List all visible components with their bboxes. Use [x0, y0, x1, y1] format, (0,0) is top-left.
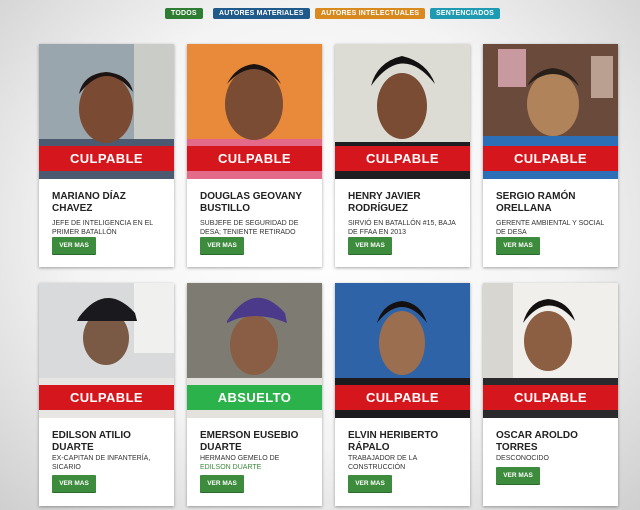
person-description: DESCONOCIDO: [496, 455, 549, 462]
person-description: SIRVIÓ EN BATALLÓN #15, BAJA DE FFAA EN …: [348, 220, 456, 236]
profile-card[interactable]: CULPABLE DOUGLAS GEOVANY BUSTILLO SUBJEF…: [187, 44, 322, 267]
verdict-banner: CULPABLE: [39, 385, 174, 410]
filter-autores-materiales[interactable]: AUTORES MATERIALES: [213, 8, 310, 19]
verdict-banner: CULPABLE: [39, 146, 174, 171]
person-name: EDILSON ATILIO DUARTE: [52, 430, 131, 453]
ver-mas-button[interactable]: VER MAS: [496, 467, 540, 484]
ver-mas-button[interactable]: VER MAS: [52, 475, 96, 492]
ver-mas-button[interactable]: VER MAS: [496, 237, 540, 254]
filter-todos[interactable]: TODOS: [165, 8, 203, 19]
person-name: HENRY JAVIER RODRÍGUEZ: [348, 191, 421, 214]
person-name: SERGIO RAMÓN ORELLANA: [496, 191, 576, 214]
verdict-banner: CULPABLE: [187, 146, 322, 171]
profile-card[interactable]: CULPABLE OSCAR AROLDO TORRES DESCONOCIDO…: [483, 283, 618, 506]
person-description: TRABAJADOR DE LA CONSTRUCCIÓN: [348, 455, 417, 471]
ver-mas-button[interactable]: VER MAS: [200, 237, 244, 254]
ver-mas-button[interactable]: VER MAS: [348, 475, 392, 492]
person-name: MARIANO DÍAZ CHAVEZ: [52, 191, 126, 214]
person-description: HERMANO GEMELO DE EDILSON DUARTE: [200, 455, 280, 471]
verdict-banner: CULPABLE: [483, 146, 618, 171]
verdict-banner: ABSUELTO: [187, 385, 322, 410]
related-person-link[interactable]: EDILSON DUARTE: [200, 464, 261, 471]
ver-mas-button[interactable]: VER MAS: [348, 237, 392, 254]
person-description: JEFE DE INTELIGENCIA EN EL PRIMER BATALL…: [52, 220, 153, 236]
person-description: GERENTE AMBIENTAL Y SOCIAL DE DESA: [496, 220, 605, 236]
profile-card[interactable]: CULPABLE EDILSON ATILIO DUARTE EX-CAPITA…: [39, 283, 174, 506]
verdict-banner: CULPABLE: [483, 385, 618, 410]
person-name: ELVIN HERIBERTO RÁPALO: [348, 430, 439, 453]
profile-card[interactable]: CULPABLE MARIANO DÍAZ CHAVEZ JEFE DE INT…: [39, 44, 174, 267]
filter-autores-intelectuales[interactable]: AUTORES INTELECTUALES: [315, 8, 426, 19]
ver-mas-button[interactable]: VER MAS: [52, 237, 96, 254]
person-name: OSCAR AROLDO TORRES: [496, 430, 578, 453]
person-name: DOUGLAS GEOVANY BUSTILLO: [200, 191, 302, 214]
profile-card[interactable]: ABSUELTO EMERSON EUSEBIO DUARTE HERMANO …: [187, 283, 322, 506]
verdict-banner: CULPABLE: [335, 146, 470, 171]
profile-card[interactable]: CULPABLE SERGIO RAMÓN ORELLANA GERENTE A…: [483, 44, 618, 267]
person-name: EMERSON EUSEBIO DUARTE: [200, 430, 299, 453]
verdict-banner: CULPABLE: [335, 385, 470, 410]
person-description: SUBJEFE DE SEGURIDAD DE DESA; TENIENTE R…: [200, 220, 299, 236]
profile-card[interactable]: CULPABLE HENRY JAVIER RODRÍGUEZ SIRVIÓ E…: [335, 44, 470, 267]
person-description: EX-CAPITAN DE INFANTERÍA, SICARIO: [52, 455, 151, 471]
profile-card[interactable]: CULPABLE ELVIN HERIBERTO RÁPALO TRABAJAD…: [335, 283, 470, 506]
ver-mas-button[interactable]: VER MAS: [200, 475, 244, 492]
filter-sentenciados[interactable]: SENTENCIADOS: [430, 8, 501, 19]
